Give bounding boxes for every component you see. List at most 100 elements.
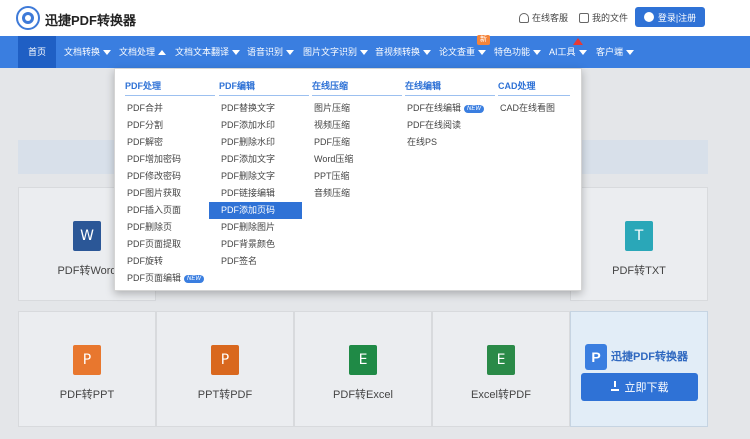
download-label: 立即下载 — [624, 382, 669, 394]
nav-av-convert[interactable]: 音视频转换 — [370, 36, 436, 68]
nav-home[interactable]: 首页 — [18, 36, 56, 68]
menu-item-pdf-rotate[interactable]: PDF旋转 — [125, 253, 215, 270]
nav-plagiarism-label: 论文查重 — [439, 47, 476, 57]
nav-client[interactable]: 客户端 — [591, 36, 639, 68]
menu-item-pdf-compress[interactable]: PDF压缩 — [312, 134, 402, 151]
menu-item-label: PDF删除水印 — [221, 137, 276, 147]
nav-ai-tools[interactable]: AI工具 — [544, 36, 592, 68]
menu-col-heading: CAD处理 — [498, 79, 570, 96]
menu-item-pdf-extract-page[interactable]: PDF页面提取 — [125, 236, 215, 253]
new-tag: NEW — [184, 274, 205, 283]
menu-col-online-edit: 在线编辑 PDF在线编辑 NEW PDF在线阅读 在线PS — [405, 79, 495, 151]
menu-item-pdf-delete-page[interactable]: PDF删除页 — [125, 219, 215, 236]
txt-icon: T — [625, 221, 653, 251]
login-register-button[interactable]: 登录|注册 — [635, 7, 705, 27]
my-files-link[interactable]: 我的文件 — [579, 11, 628, 24]
nav-ocr[interactable]: 图片文字识别 — [298, 36, 373, 68]
menu-item-label: PDF合并 — [127, 103, 164, 113]
chevron-down-icon — [360, 49, 369, 55]
menu-item-label: PDF页面编辑 — [127, 273, 182, 283]
nav-translate-label: 文档文本翻译 — [175, 47, 230, 57]
menu-item-label: 视频压缩 — [314, 120, 351, 130]
menu-col-pdf-edit: PDF编辑 PDF替换文字 PDF添加水印 PDF删除水印 PDF添加文字 PD… — [209, 79, 309, 270]
menu-item-pdf-online-read[interactable]: PDF在线阅读 — [405, 117, 495, 134]
menu-item-label: PDF压缩 — [314, 137, 351, 147]
menu-item-pdf-add-page-number[interactable]: PDF添加页码 — [209, 202, 302, 219]
menu-item-pdf-replace-text[interactable]: PDF替换文字 — [219, 100, 309, 117]
menu-item-label: PDF增加密码 — [127, 154, 182, 164]
menu-item-pdf-decrypt[interactable]: PDF解密 — [125, 134, 215, 151]
nav-client-label: 客户端 — [596, 47, 624, 57]
menu-item-pdf-extract-images[interactable]: PDF图片获取 — [125, 185, 215, 202]
tool-label-ppt-pdf: PPT转PDF — [197, 389, 253, 401]
menu-item-pdf-background-color[interactable]: PDF背景颜色 — [219, 236, 309, 253]
login-label: 登录|注册 — [657, 12, 697, 23]
online-service-label: 在线客服 — [532, 13, 569, 23]
menu-item-pdf-add-text[interactable]: PDF添加文字 — [219, 151, 309, 168]
menu-item-pdf-merge[interactable]: PDF合并 — [125, 100, 215, 117]
menu-item-image-compress[interactable]: 图片压缩 — [312, 100, 402, 117]
menu-item-video-compress[interactable]: 视频压缩 — [312, 117, 402, 134]
menu-item-pdf-link-edit[interactable]: PDF链接编辑 — [219, 185, 309, 202]
menu-item-label: PDF背景颜色 — [221, 239, 276, 249]
menu-item-ppt-compress[interactable]: PPT压缩 — [312, 168, 402, 185]
menu-item-pdf-online-edit[interactable]: PDF在线编辑 NEW — [405, 100, 495, 117]
nav-home-label: 首页 — [27, 47, 46, 57]
menu-item-label: PDF插入页面 — [127, 205, 182, 215]
menu-item-pdf-signature[interactable]: PDF签名 — [219, 253, 309, 270]
ppt-icon: P — [73, 345, 101, 375]
menu-item-label: PDF在线阅读 — [407, 120, 462, 130]
menu-item-pdf-remove-watermark[interactable]: PDF删除水印 — [219, 134, 309, 151]
menu-item-label: PDF删除页 — [127, 222, 173, 232]
nav-translate[interactable]: 文档文本翻译 — [170, 36, 245, 68]
brand-logo-icon[interactable] — [16, 6, 40, 30]
nav-doc-process[interactable]: 文档处理 — [114, 36, 171, 68]
menu-item-label: PDF旋转 — [127, 256, 164, 266]
chevron-down-icon — [232, 49, 241, 55]
menu-col-pdf-process: PDF处理 PDF合并 PDF分割 PDF解密 PDF增加密码 PDF修改密码 … — [125, 79, 215, 287]
menu-item-label: PDF签名 — [221, 256, 258, 266]
menu-item-pdf-change-password[interactable]: PDF修改密码 — [125, 168, 215, 185]
chevron-down-icon — [103, 49, 112, 55]
nav-features-label: 特色功能 — [494, 47, 531, 57]
online-service-link[interactable]: 在线客服 — [519, 11, 568, 24]
menu-item-label: 音频压缩 — [314, 188, 351, 198]
tool-label-pdf-excel: PDF转Excel — [333, 389, 393, 401]
menu-item-label: 在线PS — [407, 137, 438, 147]
menu-item-pdf-insert-page[interactable]: PDF插入页面 — [125, 202, 215, 219]
menu-item-pdf-delete-image[interactable]: PDF删除图片 — [219, 219, 309, 236]
menu-col-heading: 在线编辑 — [405, 79, 495, 96]
menu-item-pdf-add-watermark[interactable]: PDF添加水印 — [219, 117, 309, 134]
nav-av-convert-label: 音视频转换 — [375, 47, 421, 57]
menu-item-label: 图片压缩 — [314, 103, 351, 113]
tool-label-excel-pdf: Excel转PDF — [471, 389, 531, 401]
menu-item-label: PDF链接编辑 — [221, 188, 276, 198]
tool-label-pdf-ppt: PDF转PPT — [59, 389, 115, 401]
app-logo-icon: P — [585, 344, 607, 370]
ppt-to-pdf-icon: P — [211, 345, 239, 375]
download-button[interactable]: 立即下载 — [581, 373, 698, 401]
brand-name[interactable]: 迅捷PDF转换器 — [45, 10, 136, 29]
menu-item-label: PDF删除文字 — [221, 171, 276, 181]
chevron-down-icon — [423, 49, 432, 55]
menu-item-audio-compress[interactable]: 音频压缩 — [312, 185, 402, 202]
nav-speech[interactable]: 语音识别 — [242, 36, 299, 68]
menu-item-label: PDF分割 — [127, 120, 164, 130]
menu-item-word-compress[interactable]: Word压缩 — [312, 151, 402, 168]
menu-item-pdf-add-password[interactable]: PDF增加密码 — [125, 151, 215, 168]
nav-ai-tools-label: AI工具 — [549, 47, 576, 57]
menu-item-label: PDF修改密码 — [127, 171, 182, 181]
menu-item-pdf-delete-text[interactable]: PDF删除文字 — [219, 168, 309, 185]
menu-item-online-ps[interactable]: 在线PS — [405, 134, 495, 151]
menu-item-pdf-split[interactable]: PDF分割 — [125, 117, 215, 134]
chevron-down-icon — [286, 49, 295, 55]
nav-doc-convert-label: 文档转换 — [64, 47, 101, 57]
chevron-down-icon — [578, 49, 587, 55]
nav-features[interactable]: 特色功能 — [489, 36, 546, 68]
menu-item-cad-viewer[interactable]: CAD在线看图 — [498, 100, 570, 117]
excel-icon: E — [349, 345, 377, 375]
chevron-down-icon — [626, 49, 635, 55]
new-tag: NEW — [464, 104, 485, 113]
menu-item-pdf-page-edit[interactable]: PDF页面编辑 NEW — [125, 270, 215, 287]
nav-doc-convert[interactable]: 文档转换 — [59, 36, 116, 68]
